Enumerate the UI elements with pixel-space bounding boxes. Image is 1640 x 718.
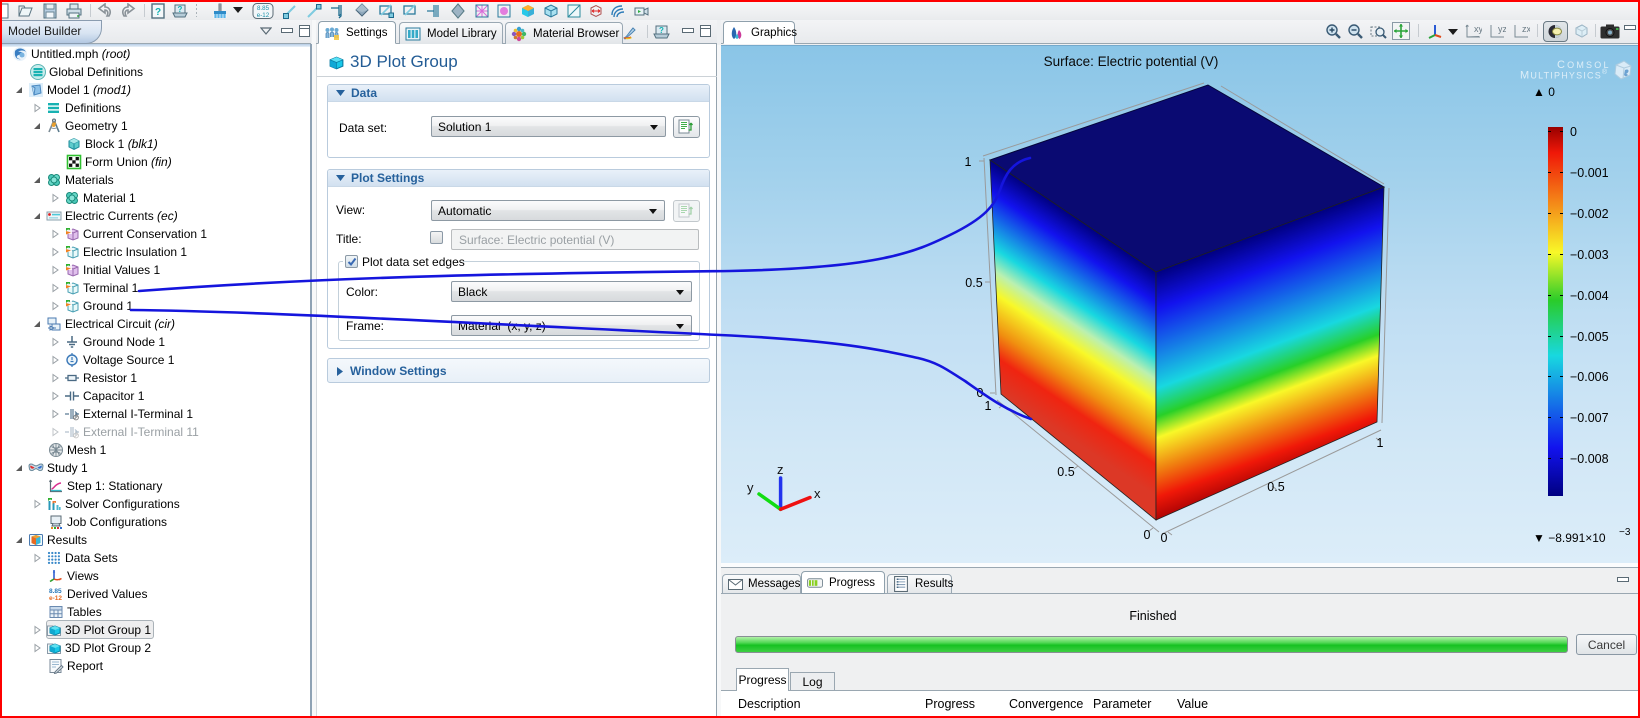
svg-text:8.85: 8.85: [49, 588, 62, 595]
svg-text:zx: zx: [1522, 24, 1530, 34]
svg-text:−0.001: −0.001: [1570, 166, 1609, 180]
svg-text:e-12: e-12: [49, 595, 62, 602]
svg-text:−0.004: −0.004: [1570, 289, 1609, 303]
svg-text:?: ?: [155, 7, 161, 18]
svg-text:?: ?: [659, 26, 664, 35]
svg-text:−3: −3: [1619, 527, 1631, 538]
svg-text:▼ −8.991×10: ▼ −8.991×10: [1533, 531, 1606, 545]
svg-text:0.5: 0.5: [965, 276, 982, 290]
svg-text:1: 1: [965, 155, 972, 169]
svg-text:0: 0: [977, 386, 984, 400]
svg-text:8.85: 8.85: [257, 5, 270, 12]
svg-text:0: 0: [1161, 531, 1168, 545]
svg-text:−0.003: −0.003: [1570, 248, 1609, 262]
svg-text:z: z: [777, 462, 784, 477]
svg-text:xy: xy: [1474, 24, 1482, 34]
svg-text:?: ?: [178, 5, 183, 14]
svg-text:1: 1: [985, 399, 992, 413]
svg-text:−0.007: −0.007: [1570, 411, 1609, 425]
svg-text:−0.006: −0.006: [1570, 370, 1609, 384]
svg-text:y: y: [747, 480, 754, 495]
svg-text:0.5: 0.5: [1267, 480, 1284, 494]
svg-text:yz: yz: [1498, 24, 1506, 34]
svg-text:−0.005: −0.005: [1570, 330, 1609, 344]
svg-text:−0.002: −0.002: [1570, 207, 1609, 221]
svg-text:0: 0: [1144, 528, 1151, 542]
svg-text:x: x: [814, 486, 821, 501]
svg-text:e-12: e-12: [257, 12, 270, 19]
svg-text:−0.008: −0.008: [1570, 452, 1609, 466]
svg-text:0: 0: [1570, 125, 1577, 139]
svg-text:1: 1: [1377, 436, 1384, 450]
svg-text:0.5: 0.5: [1057, 465, 1074, 479]
